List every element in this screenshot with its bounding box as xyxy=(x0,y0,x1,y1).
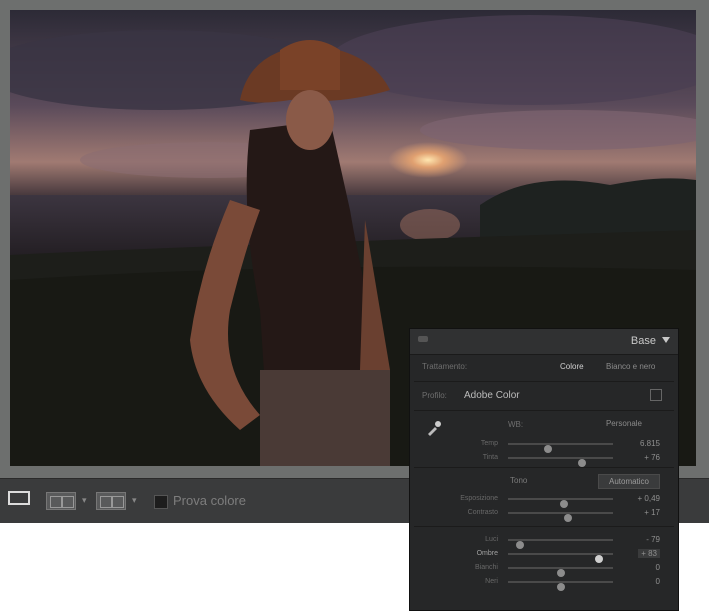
slider-value[interactable]: + 0,49 xyxy=(638,494,660,503)
slider-whites[interactable]: Bianchi 0 xyxy=(410,561,678,577)
slider-blacks[interactable]: Neri 0 xyxy=(410,575,678,591)
pin-icon xyxy=(418,336,428,342)
slider-label: Bianchi xyxy=(475,564,498,571)
proof-checkbox[interactable] xyxy=(154,495,168,509)
slider-value[interactable]: 6.815 xyxy=(640,439,660,448)
compare-view-icon[interactable] xyxy=(46,492,76,510)
treatment-bw-button[interactable]: Bianco e nero xyxy=(606,362,655,371)
slider-track[interactable] xyxy=(508,581,613,591)
eyedropper-icon[interactable] xyxy=(426,420,442,436)
slider-shadows[interactable]: Ombre + 83 xyxy=(410,547,678,563)
collapse-triangle-icon[interactable] xyxy=(662,337,670,343)
slider-track[interactable] xyxy=(508,553,613,563)
auto-button[interactable]: Automatico xyxy=(598,474,660,489)
treatment-color-button[interactable]: Colore xyxy=(560,362,584,371)
slider-track[interactable] xyxy=(508,498,613,508)
single-view-icon[interactable] xyxy=(8,491,30,505)
panel-title: Base xyxy=(630,335,656,347)
survey-view-icon[interactable] xyxy=(96,492,126,510)
profile-browser-icon[interactable] xyxy=(650,389,662,401)
slider-label: Contrasto xyxy=(467,509,498,516)
divider xyxy=(414,467,674,468)
proof-label: Prova colore xyxy=(173,493,246,508)
slider-track[interactable] xyxy=(508,539,613,549)
slider-value[interactable]: 0 xyxy=(656,563,660,572)
divider xyxy=(414,381,674,382)
slider-knob[interactable] xyxy=(563,514,572,522)
slider-tint[interactable]: Tinta + 76 xyxy=(410,451,678,467)
slider-track[interactable] xyxy=(508,457,613,467)
slider-knob[interactable] xyxy=(556,583,565,591)
develop-panel: Base Trattamento: Colore Bianco e nero P… xyxy=(409,328,679,611)
slider-label: Ombre xyxy=(476,550,498,557)
slider-track[interactable] xyxy=(508,443,613,453)
slider-label: Luci xyxy=(485,536,498,543)
divider xyxy=(414,526,674,527)
wb-label: WB: xyxy=(508,420,524,429)
slider-value[interactable]: - 79 xyxy=(646,535,660,544)
slider-label: Tinta xyxy=(482,454,498,461)
slider-contrast[interactable]: Contrasto + 17 xyxy=(410,506,678,522)
slider-value[interactable]: 0 xyxy=(656,577,660,586)
panel-header[interactable]: Base xyxy=(410,329,678,355)
slider-label: Temp xyxy=(480,440,498,447)
chevron-down-icon[interactable]: ▾ xyxy=(82,495,87,506)
profile-value[interactable]: Adobe Color xyxy=(464,390,520,401)
treatment-label: Trattamento: xyxy=(422,362,468,371)
slider-track[interactable] xyxy=(508,567,613,577)
slider-value[interactable]: + 76 xyxy=(644,453,660,462)
slider-track[interactable] xyxy=(508,512,613,522)
slider-value[interactable]: + 83 xyxy=(638,549,660,558)
chevron-down-icon[interactable]: ▾ xyxy=(132,495,137,506)
slider-label: Esposizione xyxy=(460,495,498,502)
slider-label: Neri xyxy=(485,578,498,585)
profile-label: Profilo: xyxy=(422,391,447,400)
wb-select[interactable]: Personale xyxy=(606,419,642,428)
slider-value[interactable]: + 17 xyxy=(644,508,660,517)
slider-exposure[interactable]: Esposizione + 0,49 xyxy=(410,492,678,508)
slider-highlights[interactable]: Luci - 79 xyxy=(410,533,678,549)
slider-knob[interactable] xyxy=(577,459,586,467)
tone-label: Tono xyxy=(510,476,528,485)
divider xyxy=(414,410,674,411)
slider-temp[interactable]: Temp 6.815 xyxy=(410,437,678,453)
